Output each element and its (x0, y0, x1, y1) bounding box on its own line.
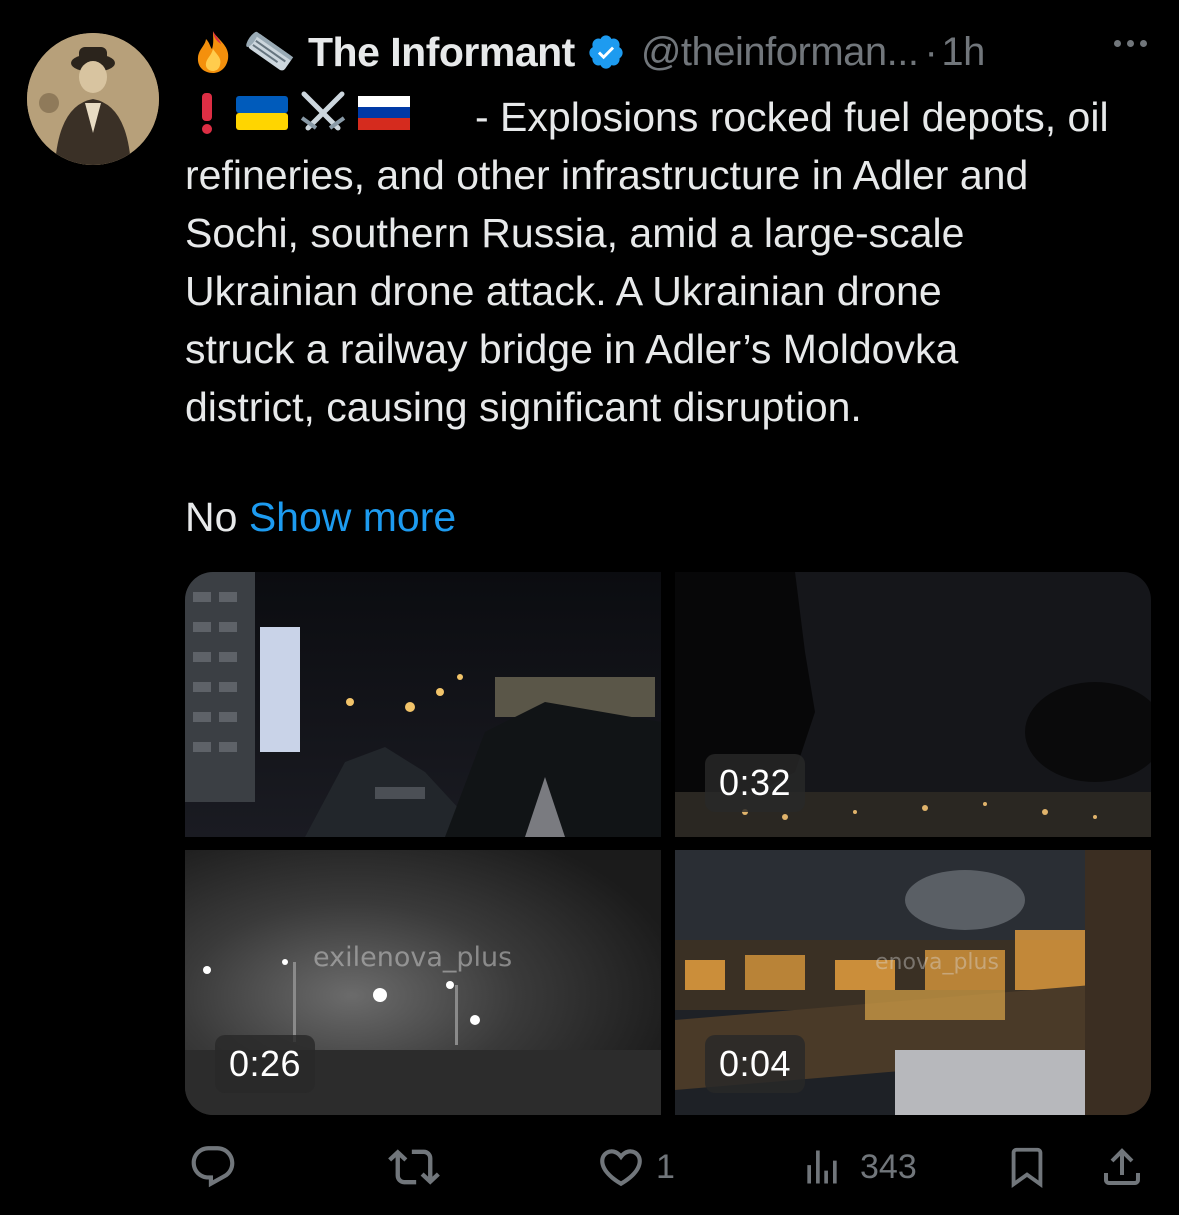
newspaper-emoji (242, 29, 298, 75)
share-icon (1104, 1148, 1140, 1185)
avatar-photo (27, 33, 159, 165)
tweet-text-line: - Explosions rocked fuel depots, oil (475, 94, 1109, 140)
header-separator: · (924, 29, 938, 74)
views-icon (807, 1150, 837, 1184)
like-button[interactable]: 1 (596, 1135, 675, 1199)
truncated-text: No (185, 494, 238, 540)
tweet-text-line: district, causing significant disruption… (185, 384, 862, 430)
bookmark-icon (1011, 1147, 1043, 1188)
reply-button[interactable] (188, 1135, 238, 1199)
video-watermark: exilenova_plus (313, 942, 513, 973)
tweet-text: - Explosions rocked fuel depots, oil ref… (185, 88, 1165, 436)
author-avatar[interactable] (27, 33, 159, 165)
like-count: 1 (656, 1147, 675, 1186)
tweet-header: The Informant @theinforman... · 1h (190, 28, 985, 76)
video-thumbnail-4[interactable]: enova_plus 0:04 (675, 850, 1151, 1115)
show-more-link[interactable]: Show more (249, 494, 456, 540)
author-name[interactable]: The Informant (308, 29, 575, 76)
verified-badge-icon[interactable] (587, 33, 625, 71)
bookmark-button[interactable] (1004, 1135, 1050, 1199)
show-more-row: No Show more (185, 492, 456, 542)
share-button[interactable] (1098, 1135, 1146, 1199)
video-duration: 0:26 (215, 1035, 316, 1093)
author-handle[interactable]: @theinforman... (641, 30, 919, 75)
video-duration: 0:32 (705, 754, 806, 812)
video-duration: 0:04 (705, 1035, 806, 1093)
views-count: 343 (860, 1147, 917, 1186)
tweet-text-line: refineries, and other infrastructure in … (185, 152, 1029, 198)
repost-icon (388, 1149, 440, 1185)
tweet-text-line: Sochi, southern Russia, amid a large-sca… (185, 210, 965, 256)
action-bar: 1 343 (0, 1135, 1179, 1199)
video-thumbnail-3[interactable]: exilenova_plus 0:26 (185, 850, 661, 1115)
repost-button[interactable] (388, 1135, 440, 1199)
heart-icon (600, 1149, 642, 1187)
video-thumbnail-1[interactable] (185, 572, 661, 837)
views-button[interactable]: 343 (800, 1135, 917, 1199)
reply-icon (191, 1146, 235, 1188)
tweet-time[interactable]: 1h (941, 30, 985, 75)
video-thumbnail-2[interactable]: 0:32 (675, 572, 1151, 837)
tweet-text-line: Ukrainian drone attack. A Ukrainian dron… (185, 268, 942, 314)
tweet-text-line: struck a railway bridge in Adler’s Moldo… (185, 326, 959, 372)
video-watermark: enova_plus (875, 950, 999, 975)
more-options-icon[interactable] (1114, 40, 1147, 47)
fire-emoji (190, 29, 236, 75)
media-grid: 0:32 exilenova_plus 0:26 enova_plus 0:04 (185, 572, 1151, 1115)
